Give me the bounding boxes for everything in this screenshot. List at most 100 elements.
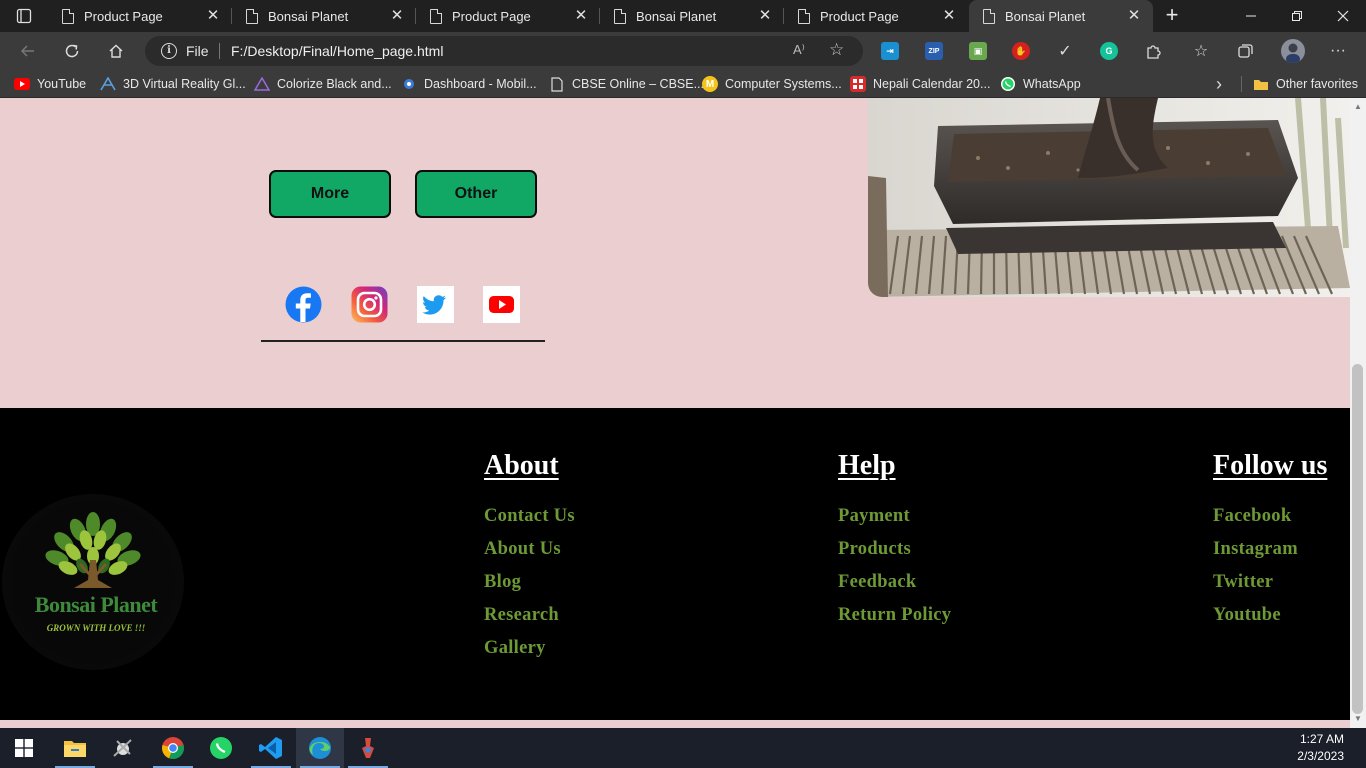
close-tab-icon[interactable]: ✕	[388, 7, 406, 25]
satellite-app-icon	[113, 739, 132, 757]
page-icon	[614, 8, 626, 24]
green-extension-icon[interactable]: ▣	[969, 42, 987, 60]
youtube-icon[interactable]	[483, 286, 520, 323]
close-tab-icon[interactable]: ✕	[756, 7, 774, 25]
bookmark-computer-systems[interactable]: M Computer Systems...	[702, 75, 842, 93]
tab[interactable]: Product Page ✕	[784, 0, 968, 32]
bonsai-planet-logo[interactable]: Bonsai Planet GROWN WITH LOVE !!!	[2, 494, 184, 670]
close-tab-icon[interactable]: ✕	[940, 7, 958, 25]
red-hand-extension-icon[interactable]: ✋	[1012, 42, 1030, 60]
clock-date: 2/3/2023	[1297, 749, 1344, 763]
page-viewport: More Other Bonsai Planet GROWN WITH LOVE…	[0, 98, 1350, 728]
bookmarks-bar: YouTube 3D Virtual Reality Gl... Coloriz…	[0, 70, 1366, 98]
file-explorer-button[interactable]	[51, 728, 99, 768]
system-clock[interactable]: 1:27 AM 2/3/2023	[1297, 731, 1344, 765]
edge-button[interactable]	[296, 728, 344, 768]
new-tab-button[interactable]: +	[1160, 4, 1184, 28]
back-button[interactable]	[14, 38, 42, 64]
read-aloud-icon[interactable]: A⁾	[793, 42, 805, 58]
bookmark-dashboard[interactable]: Dashboard - Mobil...	[401, 75, 537, 93]
twitter-icon[interactable]	[417, 286, 454, 323]
restore-button[interactable]	[1274, 0, 1320, 32]
zip-extension-icon[interactable]: ZIP	[925, 42, 943, 60]
logo-tagline: GROWN WITH LOVE !!!	[46, 623, 146, 633]
footer-link-feedback[interactable]: Feedback	[838, 572, 916, 593]
bonsai-photo	[868, 98, 1350, 297]
dashboard-icon	[401, 76, 417, 92]
footer-link-gallery[interactable]: Gallery	[484, 638, 546, 659]
bookmark-colorize[interactable]: Colorize Black and...	[254, 75, 392, 93]
chevron-right-icon[interactable]: ›	[1216, 74, 1222, 95]
bookmark-youtube[interactable]: YouTube	[14, 75, 86, 93]
instagram-icon[interactable]	[351, 286, 388, 323]
footer-link-facebook[interactable]: Facebook	[1213, 506, 1291, 527]
footer-link-about-us[interactable]: About Us	[484, 539, 561, 560]
whatsapp-button[interactable]	[197, 728, 245, 768]
footer-link-research[interactable]: Research	[484, 605, 559, 626]
youtube-icon	[14, 76, 30, 92]
tab-active[interactable]: Bonsai Planet ✕	[969, 0, 1153, 32]
more-button[interactable]: More	[269, 170, 391, 218]
divider	[1241, 76, 1242, 92]
vertical-scrollbar[interactable]: ▲ ▼	[1350, 98, 1366, 728]
url-scheme-label: File	[186, 43, 209, 59]
bookmark-cbse[interactable]: CBSE Online – CBSE...	[549, 75, 704, 93]
bookmark-label: Colorize Black and...	[277, 77, 392, 91]
restore-icon	[1292, 11, 1302, 21]
tab-actions-button[interactable]	[8, 4, 40, 28]
satellite-app-button[interactable]	[99, 728, 147, 768]
grammarly-icon[interactable]: G	[1100, 42, 1118, 60]
close-tab-icon[interactable]: ✕	[1125, 7, 1143, 25]
address-bar[interactable]: i File F:/Desktop/Final/Home_page.html A…	[145, 36, 863, 66]
other-favorites[interactable]: Other favorites	[1253, 75, 1358, 93]
footer-link-blog[interactable]: Blog	[484, 572, 521, 593]
close-tab-icon[interactable]: ✕	[204, 7, 222, 25]
chrome-button[interactable]	[149, 728, 197, 768]
other-button[interactable]: Other	[415, 170, 537, 218]
page-icon	[430, 8, 442, 24]
refresh-button[interactable]	[58, 38, 86, 64]
check-icon[interactable]: ✓	[1054, 40, 1076, 62]
footer-link-instagram[interactable]: Instagram	[1213, 539, 1298, 560]
footer-link-twitter[interactable]: Twitter	[1213, 572, 1273, 593]
file-explorer-icon	[64, 741, 86, 757]
tab[interactable]: Product Page ✕	[416, 0, 600, 32]
footer-link-products[interactable]: Products	[838, 539, 911, 560]
bookmark-nepali-calendar[interactable]: Nepali Calendar 20...	[850, 75, 990, 93]
collections-shape	[1237, 43, 1253, 58]
facebook-icon[interactable]	[285, 286, 322, 323]
scrollbar-thumb[interactable]	[1352, 364, 1363, 714]
site-footer: Bonsai Planet GROWN WITH LOVE !!! About …	[0, 408, 1350, 720]
info-icon[interactable]: i	[161, 43, 177, 59]
footer-link-contact-us[interactable]: Contact Us	[484, 506, 575, 527]
page-icon	[798, 8, 810, 24]
favorites-icon[interactable]: ☆	[1190, 40, 1212, 62]
close-icon	[1337, 10, 1349, 22]
collections-icon[interactable]	[1234, 40, 1256, 62]
bookmark-whatsapp[interactable]: WhatsApp	[1000, 75, 1081, 93]
scroll-down-icon[interactable]: ▼	[1353, 714, 1363, 723]
close-window-button[interactable]	[1320, 0, 1366, 32]
minimize-button[interactable]	[1228, 0, 1274, 32]
footer-link-return-policy[interactable]: Return Policy	[838, 605, 951, 626]
profile-avatar[interactable]	[1281, 39, 1305, 63]
vscode-button[interactable]	[247, 728, 295, 768]
home-button[interactable]	[102, 38, 130, 64]
tab[interactable]: Bonsai Planet ✕	[600, 0, 784, 32]
footer-link-youtube[interactable]: Youtube	[1213, 605, 1281, 626]
bookmark-vr[interactable]: 3D Virtual Reality Gl...	[100, 75, 246, 93]
tab[interactable]: Bonsai Planet ✕	[232, 0, 416, 32]
url-text[interactable]: F:/Desktop/Final/Home_page.html	[231, 43, 443, 59]
start-button[interactable]	[0, 728, 48, 768]
extensions-icon[interactable]	[1142, 40, 1164, 62]
close-tab-icon[interactable]: ✕	[572, 7, 590, 25]
other-app-button[interactable]	[344, 728, 392, 768]
more-menu-icon[interactable]: ···	[1327, 40, 1349, 62]
scroll-up-icon[interactable]: ▲	[1353, 102, 1363, 111]
tab-title: Bonsai Planet	[268, 8, 349, 24]
add-favorite-icon[interactable]: ☆	[829, 40, 844, 60]
tab[interactable]: Product Page ✕	[48, 0, 232, 32]
footer-link-payment[interactable]: Payment	[838, 506, 910, 527]
immersive-reader-icon[interactable]: ⇥	[881, 42, 899, 60]
edge-icon	[309, 737, 331, 759]
